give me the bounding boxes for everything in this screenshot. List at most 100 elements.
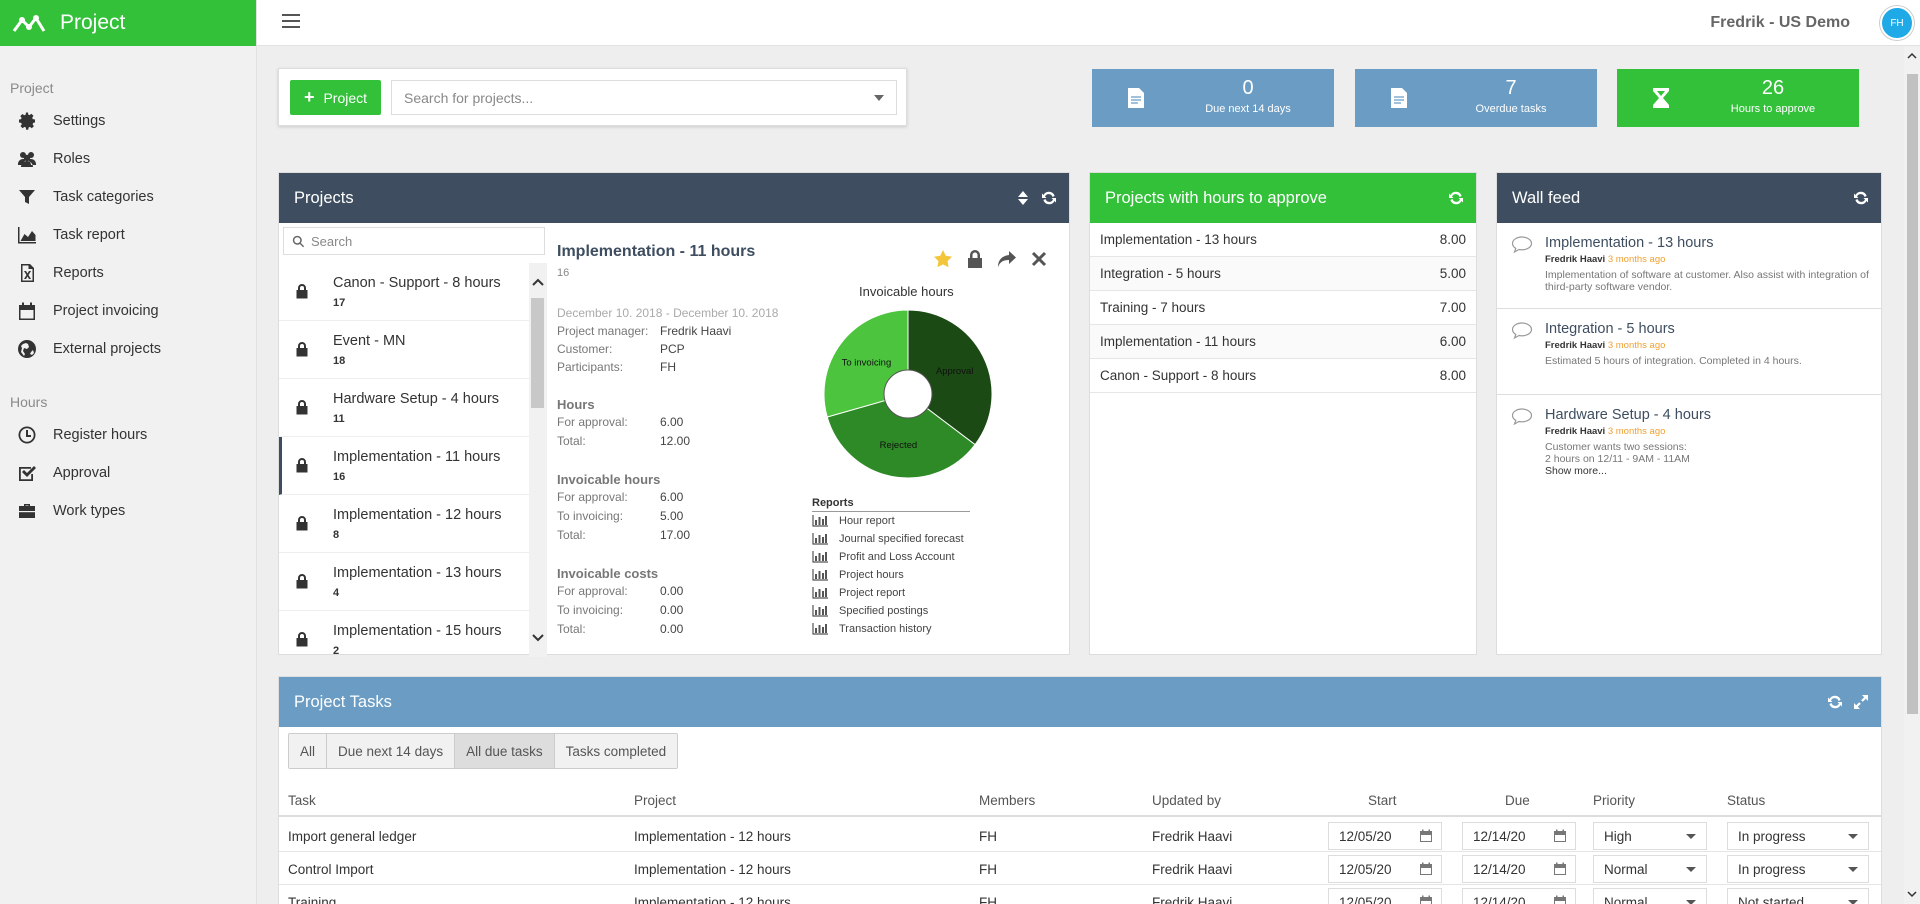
start-date-input[interactable]: 12/05/20: [1328, 855, 1442, 883]
nav-item-roles[interactable]: Roles: [0, 140, 256, 178]
nav-item-approval[interactable]: Approval: [0, 454, 256, 492]
expand-icon[interactable]: [1853, 694, 1869, 710]
report-link[interactable]: Transaction history: [812, 623, 932, 635]
kpi-due-next-14-days[interactable]: 0 Due next 14 days: [1092, 69, 1334, 127]
nav-item-register-hours[interactable]: Register hours: [0, 416, 256, 454]
list-item[interactable]: Implementation - 11 hours 6.00: [1090, 325, 1476, 359]
calendar-icon[interactable]: [1553, 895, 1567, 904]
list-item[interactable]: Event - MN 18: [279, 321, 529, 379]
table-row[interactable]: Import general ledger Implementation - 12…: [279, 819, 1881, 852]
table-row[interactable]: Training Implementation - 12 hours FH Fredr…: [279, 885, 1881, 904]
status-select[interactable]: Not started: [1727, 888, 1869, 904]
pie-slice-label: To invoicing: [842, 358, 892, 369]
chevron-down-icon[interactable]: [1907, 890, 1917, 898]
priority-select[interactable]: High: [1593, 822, 1707, 850]
projects-list-scrollbar[interactable]: [529, 263, 547, 657]
list-item[interactable]: Hardware Setup - 4 hours 11: [279, 379, 529, 437]
calendar-icon[interactable]: [1553, 829, 1567, 843]
priority-select[interactable]: Normal: [1593, 855, 1707, 883]
nav-item-project-invoicing[interactable]: Project invoicing: [0, 292, 256, 330]
projects-search-input[interactable]: Search: [283, 227, 545, 255]
menu-toggle-icon[interactable]: [282, 14, 300, 28]
wall-item-title[interactable]: Implementation - 13 hours: [1545, 235, 1871, 251]
column-header[interactable]: Due: [1505, 793, 1530, 808]
star-icon[interactable]: [933, 249, 953, 269]
list-item[interactable]: Training - 7 hours 7.00: [1090, 291, 1476, 325]
column-header[interactable]: Project: [634, 793, 676, 808]
new-project-button[interactable]: + Project: [290, 80, 381, 115]
refresh-icon[interactable]: [1853, 190, 1869, 206]
list-item-active[interactable]: Implementation - 11 hours 16: [279, 437, 529, 495]
list-item[interactable]: Implementation - 13 hours 8.00: [1090, 223, 1476, 257]
wall-item-title[interactable]: Hardware Setup - 4 hours: [1545, 407, 1871, 423]
refresh-icon[interactable]: [1041, 190, 1057, 206]
status-select[interactable]: In progress: [1727, 822, 1869, 850]
task-name[interactable]: Import general ledger: [288, 829, 416, 844]
report-link[interactable]: Profit and Loss Account: [812, 551, 955, 563]
close-icon[interactable]: [1029, 249, 1049, 269]
show-more-link[interactable]: Show more...: [1545, 465, 1871, 477]
page-scrollbar[interactable]: [1904, 46, 1920, 904]
report-link[interactable]: Journal specified forecast: [812, 533, 964, 545]
kpi-hours-to-approve[interactable]: 26 Hours to approve: [1617, 69, 1859, 127]
start-date-input[interactable]: 12/05/20: [1328, 888, 1442, 904]
lock-icon[interactable]: [965, 249, 985, 269]
column-header[interactable]: Start: [1368, 793, 1397, 808]
nav-item-work-types[interactable]: Work types: [0, 492, 256, 530]
avatar[interactable]: FH: [1880, 6, 1914, 40]
nav-item-reports[interactable]: Reports: [0, 254, 256, 292]
wall-item-title[interactable]: Integration - 5 hours: [1545, 321, 1871, 337]
scrollbar-thumb[interactable]: [1907, 74, 1918, 714]
column-header[interactable]: Updated by: [1152, 793, 1221, 808]
list-item[interactable]: Implementation - 15 hours 2: [279, 611, 529, 657]
calendar-icon[interactable]: [1419, 829, 1433, 843]
nav-item-task-categories[interactable]: Task categories: [0, 178, 256, 216]
calendar-icon[interactable]: [1553, 862, 1567, 876]
tab-tasks-completed[interactable]: Tasks completed: [554, 734, 678, 768]
list-item[interactable]: Implementation - 13 hours 4: [279, 553, 529, 611]
tab-all-due-tasks[interactable]: All due tasks: [455, 734, 555, 768]
nav-item-task-report[interactable]: Task report: [0, 216, 256, 254]
refresh-icon[interactable]: [1448, 190, 1464, 206]
list-item[interactable]: Integration - 5 hours 5.00: [1090, 257, 1476, 291]
task-name[interactable]: Training: [288, 895, 336, 904]
calendar-icon[interactable]: [1419, 862, 1433, 876]
report-link[interactable]: Project report: [812, 587, 905, 599]
chevron-up-icon[interactable]: [532, 277, 544, 287]
task-name[interactable]: Control Import: [288, 862, 374, 877]
share-icon[interactable]: [997, 249, 1017, 269]
list-item[interactable]: Implementation - 12 hours 8: [279, 495, 529, 553]
brand-header[interactable]: Project: [0, 0, 256, 46]
report-link[interactable]: Project hours: [812, 569, 904, 581]
hours-value: 8.00: [1439, 368, 1466, 383]
column-header[interactable]: Members: [979, 793, 1035, 808]
chevron-down-icon[interactable]: [532, 633, 544, 643]
project-search-input[interactable]: Search for projects...: [391, 80, 897, 115]
report-link[interactable]: Hour report: [812, 515, 895, 527]
column-header[interactable]: Task: [288, 793, 316, 808]
nav-item-settings[interactable]: Settings: [0, 102, 256, 140]
nav-item-external-projects[interactable]: External projects: [0, 330, 256, 368]
column-header[interactable]: Priority: [1593, 793, 1635, 808]
table-row[interactable]: Control Import Implementation - 12 hours F…: [279, 852, 1881, 885]
due-date-input[interactable]: 12/14/20: [1462, 822, 1576, 850]
status-select[interactable]: In progress: [1727, 855, 1869, 883]
calendar-icon[interactable]: [1419, 895, 1433, 904]
comment-icon: [1511, 236, 1533, 254]
chevron-up-icon[interactable]: [1907, 52, 1917, 60]
tab-all[interactable]: All: [289, 734, 328, 768]
refresh-icon[interactable]: [1827, 694, 1843, 710]
due-date-input[interactable]: 12/14/20: [1462, 855, 1576, 883]
sort-icon[interactable]: [1015, 190, 1031, 206]
report-link[interactable]: Specified postings: [812, 605, 928, 617]
priority-select[interactable]: Normal: [1593, 888, 1707, 904]
list-item[interactable]: Canon - Support - 8 hours 17: [279, 263, 529, 321]
kpi-overdue-tasks[interactable]: 7 Overdue tasks: [1355, 69, 1597, 127]
user-name[interactable]: Fredrik - US Demo: [1710, 14, 1850, 32]
due-date-input[interactable]: 12/14/20: [1462, 888, 1576, 904]
tab-due-next-14-days[interactable]: Due next 14 days: [327, 734, 456, 768]
column-header[interactable]: Status: [1727, 793, 1765, 808]
start-date-input[interactable]: 12/05/20: [1328, 822, 1442, 850]
scrollbar-thumb[interactable]: [531, 298, 544, 408]
list-item[interactable]: Canon - Support - 8 hours 8.00: [1090, 359, 1476, 393]
